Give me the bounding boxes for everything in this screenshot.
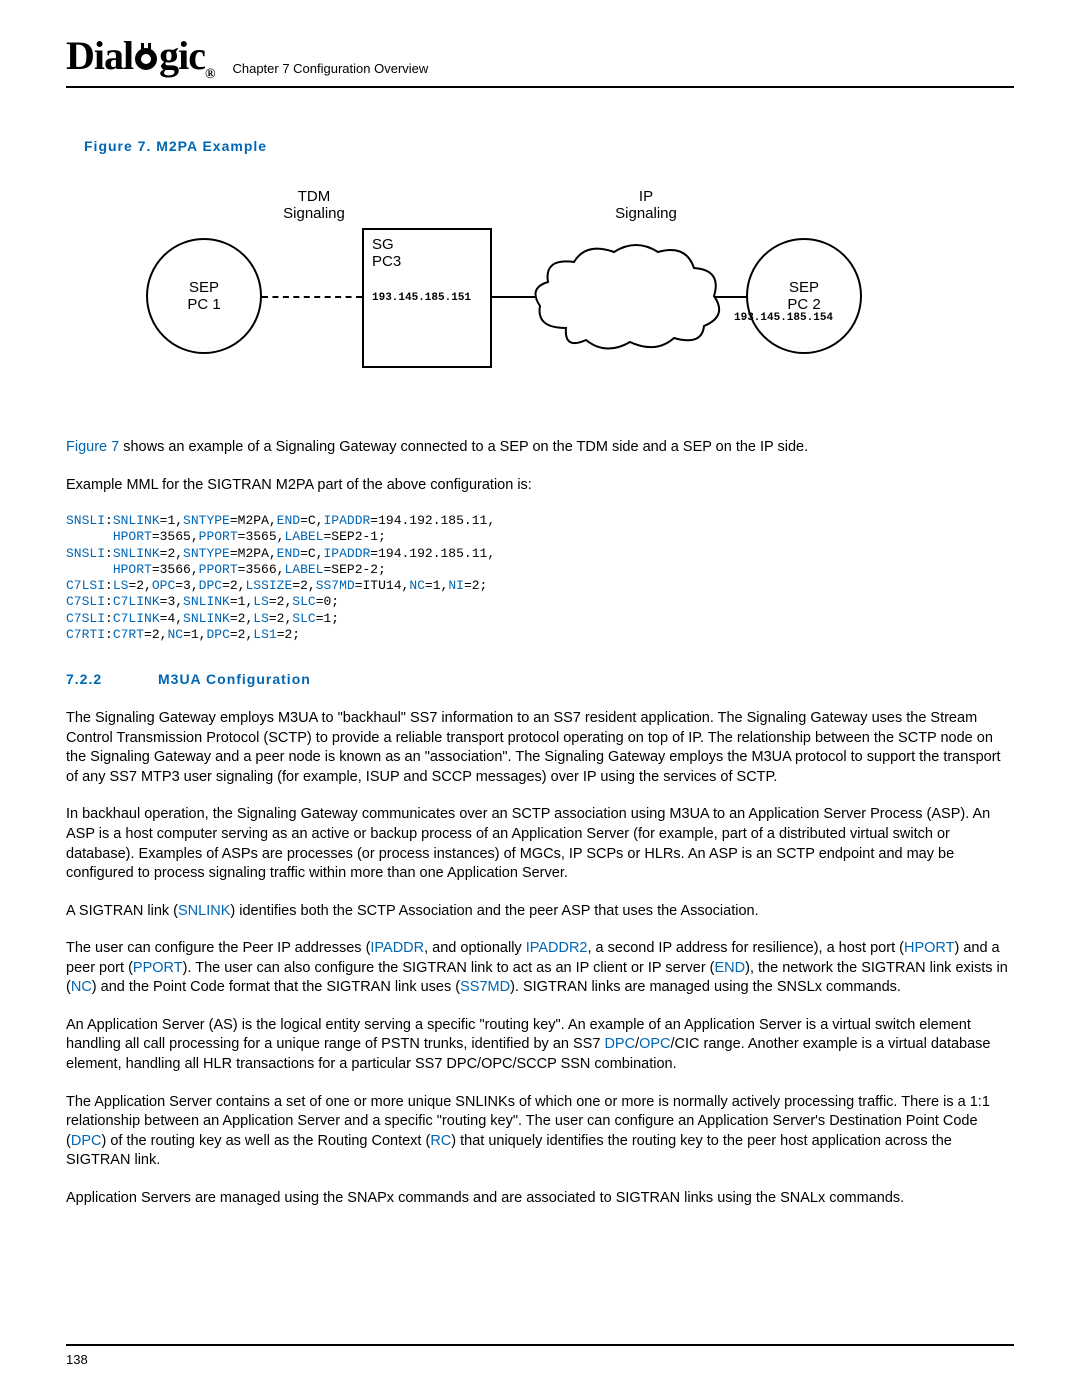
logo: Dialgic® — [66, 36, 214, 82]
sep-pc1: SEP PC 1 — [146, 238, 262, 354]
plug-icon — [133, 38, 159, 78]
page-footer: 138 — [66, 1344, 1014, 1367]
para-m3ua-1: The Signaling Gateway employs M3UA to "b… — [66, 709, 1014, 787]
m2pa-diagram: TDM Signaling IP Signaling SEP PC 1 SG P… — [146, 188, 966, 408]
para-m3ua-6: The Application Server contains a set of… — [66, 1093, 1014, 1171]
ip-cloud-icon — [526, 238, 726, 358]
tdm-label: TDM Signaling — [254, 188, 374, 222]
page-header: Dialgic® Chapter 7 Configuration Overvie… — [66, 36, 1014, 88]
chapter-title: Chapter 7 Configuration Overview — [232, 61, 428, 82]
tdm-link-line — [262, 296, 362, 298]
page-number: 138 — [66, 1352, 88, 1367]
mml-intro: Example MML for the SIGTRAN M2PA part of… — [66, 476, 1014, 496]
section-number: 7.2.2 — [66, 671, 158, 687]
section-title: M3UA Configuration — [158, 671, 311, 687]
section-heading: 7.2.2M3UA Configuration — [66, 671, 1014, 687]
figure-desc: Figure 7 shows an example of a Signaling… — [66, 438, 1014, 458]
sep2-ip: 193.145.185.154 — [734, 312, 833, 324]
logo-left: Dial — [66, 33, 133, 78]
registered-icon: ® — [205, 67, 214, 82]
figure-caption: Figure 7. M2PA Example — [84, 138, 1014, 154]
sep-pc2: SEP PC 2 — [746, 238, 862, 354]
sg-ip: 193.145.185.151 — [372, 292, 482, 304]
para-m3ua-7: Application Servers are managed using th… — [66, 1189, 1014, 1209]
figure-ref: Figure 7 — [66, 439, 119, 455]
para-m3ua-3: A SIGTRAN link (SNLINK) identifies both … — [66, 902, 1014, 922]
para-m3ua-5: An Application Server (AS) is the logica… — [66, 1016, 1014, 1075]
sg-pc3: SG PC3 193.145.185.151 — [362, 228, 492, 368]
ip-label: IP Signaling — [586, 188, 706, 222]
logo-right: gic — [159, 33, 205, 78]
mml-example: SNSLI:SNLINK=1,SNTYPE=M2PA,END=C,IPADDR=… — [66, 513, 1014, 643]
para-m3ua-4: The user can configure the Peer IP addre… — [66, 939, 1014, 998]
para-m3ua-2: In backhaul operation, the Signaling Gat… — [66, 805, 1014, 883]
